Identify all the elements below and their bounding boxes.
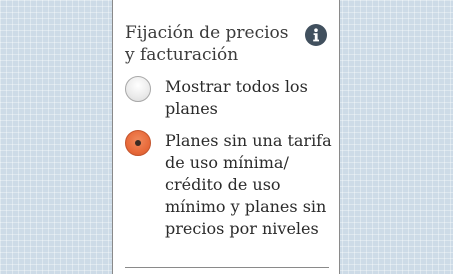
option-label-all-plans: Mostrar todos los planes bbox=[165, 77, 308, 118]
section-divider bbox=[125, 267, 329, 268]
radio-button-unchecked[interactable] bbox=[125, 76, 151, 102]
option-label-no-minimum-fee: Planes sin una tarifa de uso mínima/ cré… bbox=[165, 131, 332, 238]
info-icon[interactable] bbox=[305, 24, 327, 46]
filter-panel: Fijación de precios y facturación Mostra… bbox=[112, 0, 340, 274]
pricing-billing-title: Fijación de precios y facturación bbox=[125, 23, 289, 65]
radio-selected-dot bbox=[135, 140, 141, 146]
radio-button-checked[interactable] bbox=[125, 130, 151, 156]
info-icon-glyph bbox=[313, 28, 319, 42]
